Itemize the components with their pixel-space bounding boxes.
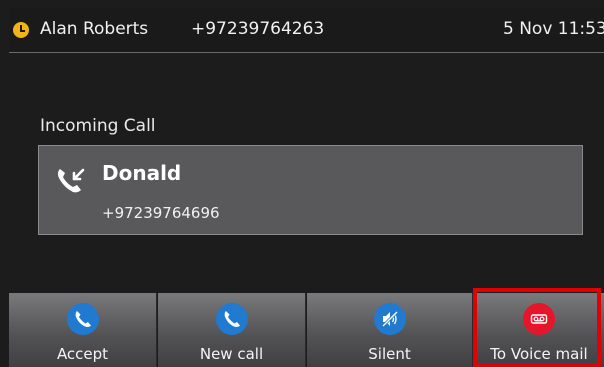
status-bar: Alan Roberts +97239764263 5 Nov 11:53 <box>9 8 604 53</box>
account-name: Alan Roberts <box>40 19 149 39</box>
silent-label: Silent <box>368 345 411 363</box>
caller-number: +97239764696 <box>102 204 220 222</box>
incoming-call-card: Donald +97239764696 <box>38 145 583 235</box>
accept-button[interactable]: Accept <box>9 293 157 367</box>
incoming-call-icon <box>57 168 85 193</box>
accept-label: Accept <box>56 345 109 363</box>
phone-icon <box>215 303 248 335</box>
phone-screen: Alan Roberts +97239764263 5 Nov 11:53 In… <box>0 0 604 367</box>
new-call-button[interactable]: New call <box>158 293 306 367</box>
incoming-call-heading: Incoming Call <box>40 116 156 136</box>
date-time: 5 Nov 11:53 <box>503 19 604 39</box>
speaker-muted-icon <box>373 303 406 335</box>
caller-name: Donald <box>102 161 182 185</box>
voicemail-highlight-frame <box>473 288 601 367</box>
new-call-label: New call <box>199 345 264 363</box>
phone-icon <box>66 303 99 335</box>
silent-button[interactable]: Silent <box>307 293 473 367</box>
account-number: +97239764263 <box>191 19 325 39</box>
clock-icon <box>13 22 29 38</box>
